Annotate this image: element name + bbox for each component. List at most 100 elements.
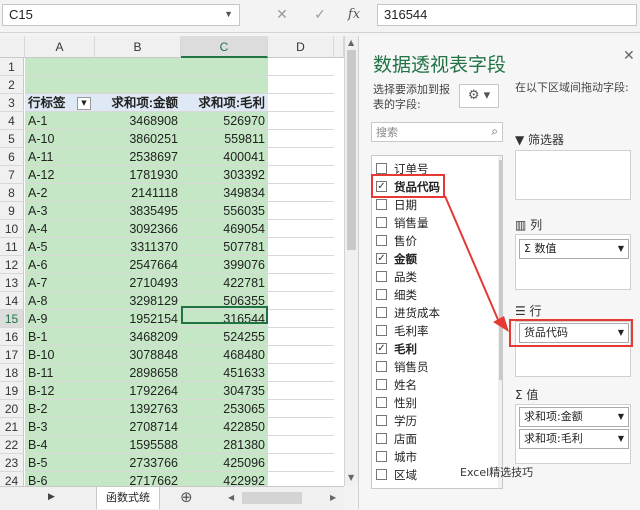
insert-function-button[interactable]: fx bbox=[342, 5, 366, 25]
table-cell[interactable]: 253065 bbox=[181, 400, 268, 418]
table-cell[interactable] bbox=[95, 58, 181, 76]
table-cell[interactable]: 2710493 bbox=[95, 274, 181, 292]
table-cell[interactable]: 281380 bbox=[181, 436, 268, 454]
table-cell[interactable]: 422850 bbox=[181, 418, 268, 436]
table-cell[interactable]: 303392 bbox=[181, 166, 268, 184]
table-cell[interactable]: B-5 bbox=[25, 454, 95, 472]
scroll-thumb[interactable] bbox=[347, 50, 356, 250]
column-header-d[interactable]: D bbox=[268, 36, 334, 58]
table-cell[interactable]: A-2 bbox=[25, 184, 95, 202]
table-cell[interactable]: 3468209 bbox=[95, 328, 181, 346]
table-cell[interactable]: 2538697 bbox=[95, 148, 181, 166]
row-header[interactable]: 19 bbox=[0, 382, 24, 400]
row-header[interactable]: 4 bbox=[0, 112, 24, 130]
table-cell[interactable]: 349834 bbox=[181, 184, 268, 202]
table-cell[interactable]: B-12 bbox=[25, 382, 95, 400]
sheet-tab[interactable]: 函数式统 bbox=[96, 487, 160, 509]
column-header-b[interactable]: B bbox=[95, 36, 181, 58]
chevron-down-icon[interactable]: ▼ bbox=[224, 9, 233, 19]
row-header[interactable]: 6 bbox=[0, 148, 24, 166]
table-cell[interactable]: 1792264 bbox=[95, 382, 181, 400]
table-cell[interactable] bbox=[268, 112, 334, 130]
table-cell[interactable]: A-7 bbox=[25, 274, 95, 292]
table-cell[interactable]: 451633 bbox=[181, 364, 268, 382]
table-cell[interactable]: 3468908 bbox=[95, 112, 181, 130]
table-cell[interactable]: B-3 bbox=[25, 418, 95, 436]
table-cell[interactable] bbox=[268, 256, 334, 274]
row-header[interactable]: 8 bbox=[0, 184, 24, 202]
add-sheet-icon[interactable]: ⊕ bbox=[180, 488, 193, 506]
row-header[interactable]: 16 bbox=[0, 328, 24, 346]
active-cell[interactable] bbox=[181, 306, 268, 324]
table-cell[interactable]: B-4 bbox=[25, 436, 95, 454]
cancel-icon[interactable]: ✕ bbox=[270, 5, 294, 25]
table-cell[interactable]: 422781 bbox=[181, 274, 268, 292]
table-cell[interactable]: 3835495 bbox=[95, 202, 181, 220]
table-cell[interactable] bbox=[268, 418, 334, 436]
row-header[interactable]: 7 bbox=[0, 166, 24, 184]
row-header[interactable]: 3 bbox=[0, 94, 24, 112]
formula-input[interactable]: 316544 bbox=[377, 4, 637, 26]
table-cell[interactable]: 507781 bbox=[181, 238, 268, 256]
table-cell[interactable]: 559811 bbox=[181, 130, 268, 148]
table-cell[interactable]: A-4 bbox=[25, 220, 95, 238]
table-cell[interactable]: 556035 bbox=[181, 202, 268, 220]
table-cell[interactable] bbox=[25, 58, 95, 76]
hscroll-right-icon[interactable]: ▶ bbox=[330, 493, 336, 502]
table-cell[interactable] bbox=[268, 220, 334, 238]
table-cell[interactable] bbox=[268, 310, 334, 328]
table-cell[interactable]: 469054 bbox=[181, 220, 268, 238]
table-cell[interactable] bbox=[268, 94, 334, 112]
table-cell[interactable]: A-3 bbox=[25, 202, 95, 220]
filter-dropdown-icon[interactable]: ▼ bbox=[77, 97, 91, 110]
table-cell[interactable] bbox=[268, 346, 334, 364]
table-cell[interactable] bbox=[268, 184, 334, 202]
table-cell[interactable]: 3298129 bbox=[95, 292, 181, 310]
row-header[interactable]: 12 bbox=[0, 256, 24, 274]
vertical-scrollbar[interactable]: ▲ ▼ bbox=[344, 36, 359, 486]
table-cell[interactable] bbox=[25, 76, 95, 94]
row-header[interactable]: 20 bbox=[0, 400, 24, 418]
row-header[interactable]: 10 bbox=[0, 220, 24, 238]
table-cell[interactable]: 400041 bbox=[181, 148, 268, 166]
column-header-a[interactable]: A bbox=[25, 36, 95, 58]
pivot-header-cell[interactable]: 求和项:毛利 bbox=[181, 94, 268, 112]
table-cell[interactable]: 2547664 bbox=[95, 256, 181, 274]
table-cell[interactable] bbox=[268, 382, 334, 400]
table-cell[interactable]: 1595588 bbox=[95, 436, 181, 454]
table-cell[interactable]: 468480 bbox=[181, 346, 268, 364]
row-header[interactable]: 23 bbox=[0, 454, 24, 472]
table-cell[interactable] bbox=[181, 76, 268, 94]
scroll-up-icon[interactable]: ▲ bbox=[348, 38, 354, 47]
table-cell[interactable]: A-12 bbox=[25, 166, 95, 184]
table-cell[interactable] bbox=[268, 454, 334, 472]
enter-icon[interactable]: ✓ bbox=[308, 5, 332, 25]
table-cell[interactable] bbox=[268, 166, 334, 184]
table-cell[interactable] bbox=[181, 58, 268, 76]
table-cell[interactable]: 2898658 bbox=[95, 364, 181, 382]
table-cell[interactable]: 425096 bbox=[181, 454, 268, 472]
table-cell[interactable] bbox=[268, 76, 334, 94]
table-cell[interactable]: 399076 bbox=[181, 256, 268, 274]
table-cell[interactable] bbox=[268, 238, 334, 256]
table-cell[interactable]: 3078848 bbox=[95, 346, 181, 364]
table-cell[interactable]: 1952154 bbox=[95, 310, 181, 328]
table-cell[interactable] bbox=[268, 148, 334, 166]
table-cell[interactable] bbox=[268, 292, 334, 310]
table-cell[interactable] bbox=[268, 274, 334, 292]
row-header[interactable]: 14 bbox=[0, 292, 24, 310]
scroll-down-icon[interactable]: ▼ bbox=[348, 473, 354, 482]
table-cell[interactable]: 3311370 bbox=[95, 238, 181, 256]
table-cell[interactable] bbox=[268, 202, 334, 220]
table-cell[interactable]: 2733766 bbox=[95, 454, 181, 472]
row-header[interactable]: 9 bbox=[0, 202, 24, 220]
table-cell[interactable]: A-1 bbox=[25, 112, 95, 130]
table-cell[interactable]: A-10 bbox=[25, 130, 95, 148]
table-cell[interactable] bbox=[268, 130, 334, 148]
column-header-c[interactable]: C bbox=[181, 36, 268, 58]
row-header[interactable]: 22 bbox=[0, 436, 24, 454]
table-cell[interactable] bbox=[268, 400, 334, 418]
row-header[interactable]: 1 bbox=[0, 58, 24, 76]
table-cell[interactable] bbox=[268, 328, 334, 346]
table-cell[interactable]: A-8 bbox=[25, 292, 95, 310]
